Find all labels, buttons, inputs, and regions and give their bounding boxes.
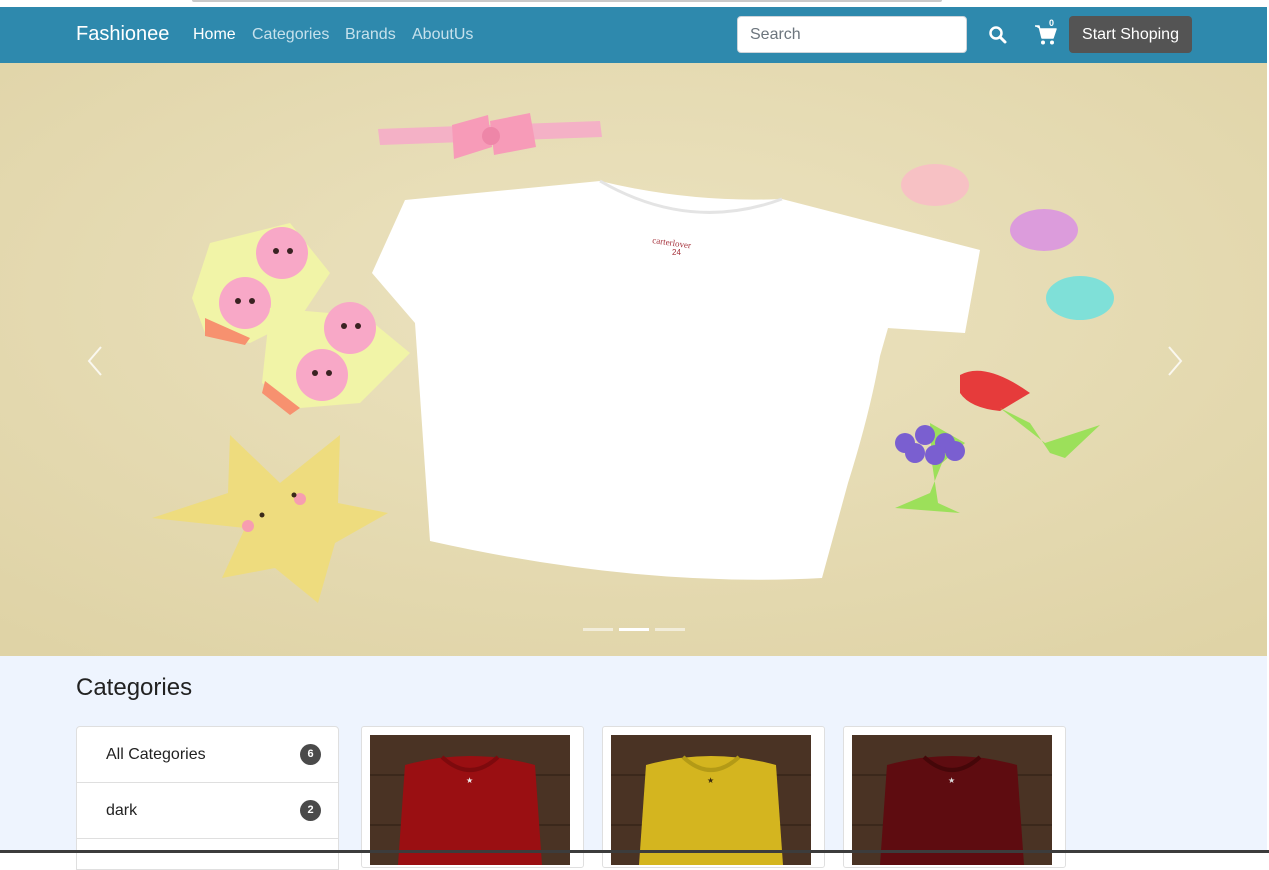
- carousel-indicators: [583, 628, 687, 632]
- start-shopping-button[interactable]: Start Shoping: [1069, 16, 1192, 53]
- categories-section: Categories All Categories 6 dark 2 ★ ★ ★: [0, 656, 1269, 870]
- nav-link-brands[interactable]: Brands: [345, 26, 396, 44]
- carousel-indicator-1[interactable]: [583, 628, 613, 631]
- product-card[interactable]: ★: [602, 726, 825, 868]
- svg-text:★: ★: [707, 776, 714, 785]
- category-item-label: All Categories: [106, 746, 206, 763]
- carousel-indicator-2[interactable]: [619, 628, 649, 631]
- cart-count-badge: 0: [1049, 18, 1055, 28]
- hero-carousel: carterlover 24: [0, 63, 1267, 656]
- carousel-prev-icon[interactable]: [81, 343, 111, 379]
- category-item-partial[interactable]: [77, 839, 338, 869]
- browser-top-strip: [0, 0, 1269, 7]
- hero-slide-image: carterlover 24: [0, 63, 1267, 656]
- category-item-all[interactable]: All Categories 6: [77, 727, 338, 783]
- categories-heading: Categories: [76, 674, 193, 701]
- product-card[interactable]: ★: [361, 726, 584, 868]
- category-item-dark[interactable]: dark 2: [77, 783, 338, 839]
- nav-link-categories[interactable]: Categories: [252, 26, 329, 44]
- product-image: ★: [852, 735, 1052, 865]
- svg-text:★: ★: [948, 776, 955, 785]
- category-item-label: dark: [106, 802, 138, 819]
- brand-logo-text[interactable]: Fashionee: [76, 23, 169, 46]
- product-image: ★: [370, 735, 570, 865]
- nav-link-aboutus[interactable]: AboutUs: [412, 26, 473, 44]
- product-image: ★: [611, 735, 811, 865]
- shopping-cart-icon[interactable]: [1033, 23, 1059, 47]
- search-input[interactable]: [737, 16, 967, 53]
- category-list: All Categories 6 dark 2: [76, 726, 339, 870]
- svg-text:★: ★: [466, 776, 473, 785]
- carousel-next-icon[interactable]: [1159, 343, 1189, 379]
- nav-link-home[interactable]: Home: [193, 26, 236, 44]
- product-card[interactable]: ★: [843, 726, 1066, 868]
- category-count-badge: 6: [300, 744, 321, 765]
- carousel-indicator-3[interactable]: [655, 628, 685, 631]
- category-count-badge: 2: [300, 800, 321, 821]
- navbar: Fashionee Home Categories Brands AboutUs…: [0, 7, 1269, 63]
- svg-text:24: 24: [672, 248, 681, 257]
- search-icon[interactable]: [988, 25, 1008, 45]
- address-bar-edge: [192, 0, 942, 2]
